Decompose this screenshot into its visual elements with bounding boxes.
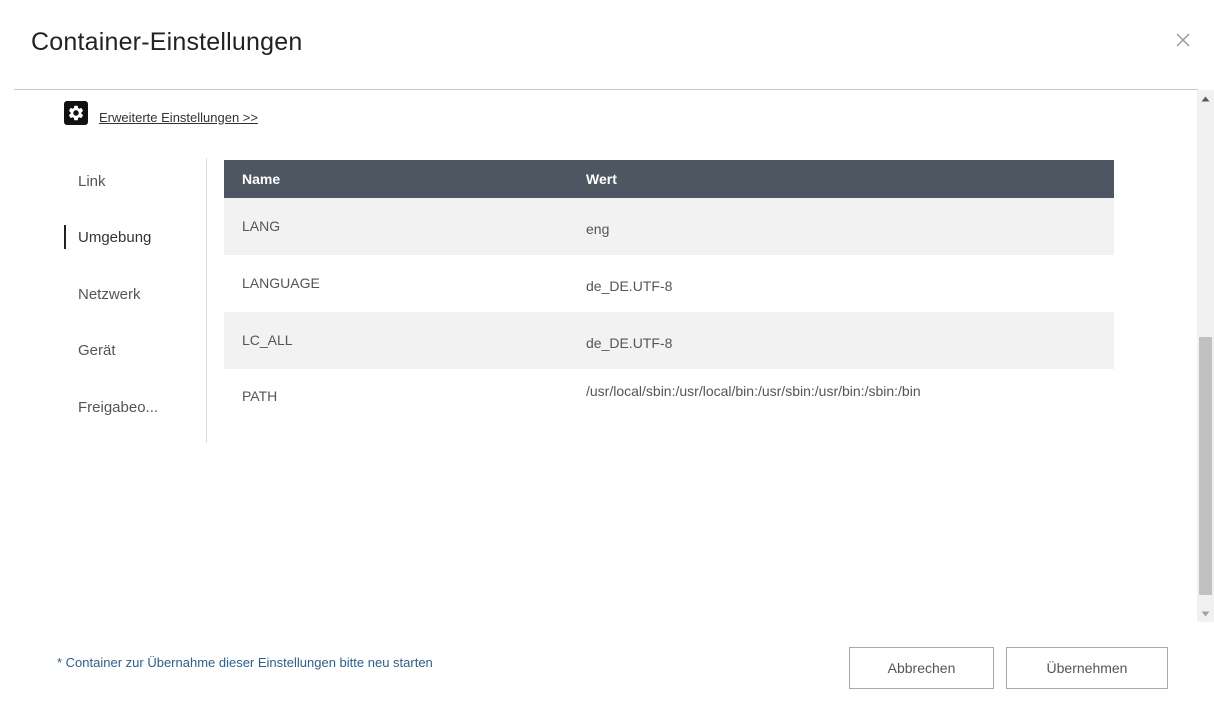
sidebar-item-label: Netzwerk — [78, 285, 141, 303]
active-indicator — [64, 225, 66, 249]
column-header-name: Name — [242, 171, 281, 187]
sidebar-item-label: Freigabeo... — [78, 398, 159, 416]
dialog-content: Erweiterte Einstellungen >> Link Umgebun… — [14, 90, 1197, 622]
advanced-settings-row: Erweiterte Einstellungen >> — [64, 100, 258, 126]
column-header-value: Wert — [586, 171, 617, 187]
gear-icon[interactable] — [64, 101, 88, 125]
restart-hint-text: * Container zur Übernahme dieser Einstel… — [57, 655, 433, 670]
env-value-cell: de_DE.UTF-8 — [586, 335, 673, 351]
scrollbar-thumb[interactable] — [1199, 337, 1212, 595]
environment-variables-table: Name Wert LANG eng LANGUAGE de_DE.UTF-8 … — [224, 160, 1114, 426]
dialog-title: Container-Einstellungen — [31, 28, 303, 56]
sidebar-item-label: Umgebung — [78, 228, 152, 246]
env-value-cell: de_DE.UTF-8 — [586, 278, 673, 294]
close-icon[interactable] — [1173, 30, 1193, 50]
container-settings-dialog: Container-Einstellungen Erweiterte Einst… — [0, 0, 1214, 720]
env-value-cell: /usr/local/sbin:/usr/local/bin:/usr/sbin… — [586, 383, 921, 399]
cancel-button[interactable]: Abbrechen — [849, 647, 994, 689]
sidebar-item-geraet[interactable]: Gerät — [64, 336, 116, 364]
sidebar-item-label: Link — [78, 172, 106, 190]
table-row[interactable]: LANGUAGE de_DE.UTF-8 — [224, 255, 1114, 312]
settings-side-nav: Link Umgebung Netzwerk Gerät Freigabeo..… — [64, 158, 207, 443]
sidebar-item-label: Gerät — [78, 341, 116, 359]
env-value-cell: eng — [586, 221, 610, 237]
sidebar-item-link[interactable]: Link — [64, 167, 106, 195]
scroll-up-arrow-icon[interactable] — [1197, 90, 1214, 107]
scroll-down-arrow-icon[interactable] — [1197, 605, 1214, 622]
apply-button[interactable]: Übernehmen — [1006, 647, 1168, 689]
table-row[interactable]: LC_ALL de_DE.UTF-8 — [224, 312, 1114, 369]
advanced-settings-link[interactable]: Erweiterte Einstellungen >> — [99, 110, 258, 125]
table-row[interactable]: LANG eng — [224, 198, 1114, 255]
sidebar-item-freigabeordner[interactable]: Freigabeo... — [64, 393, 158, 421]
env-name-cell: LC_ALL — [242, 332, 293, 348]
sidebar-item-netzwerk[interactable]: Netzwerk — [64, 280, 141, 308]
vertical-scrollbar[interactable] — [1197, 90, 1214, 622]
table-row[interactable]: PATH /usr/local/sbin:/usr/local/bin:/usr… — [224, 369, 1114, 426]
env-name-cell: PATH — [242, 388, 278, 404]
sidebar-item-umgebung[interactable]: Umgebung — [64, 223, 151, 251]
env-name-cell: LANG — [242, 218, 281, 234]
env-name-cell: LANGUAGE — [242, 275, 320, 291]
table-header: Name Wert — [224, 160, 1114, 198]
